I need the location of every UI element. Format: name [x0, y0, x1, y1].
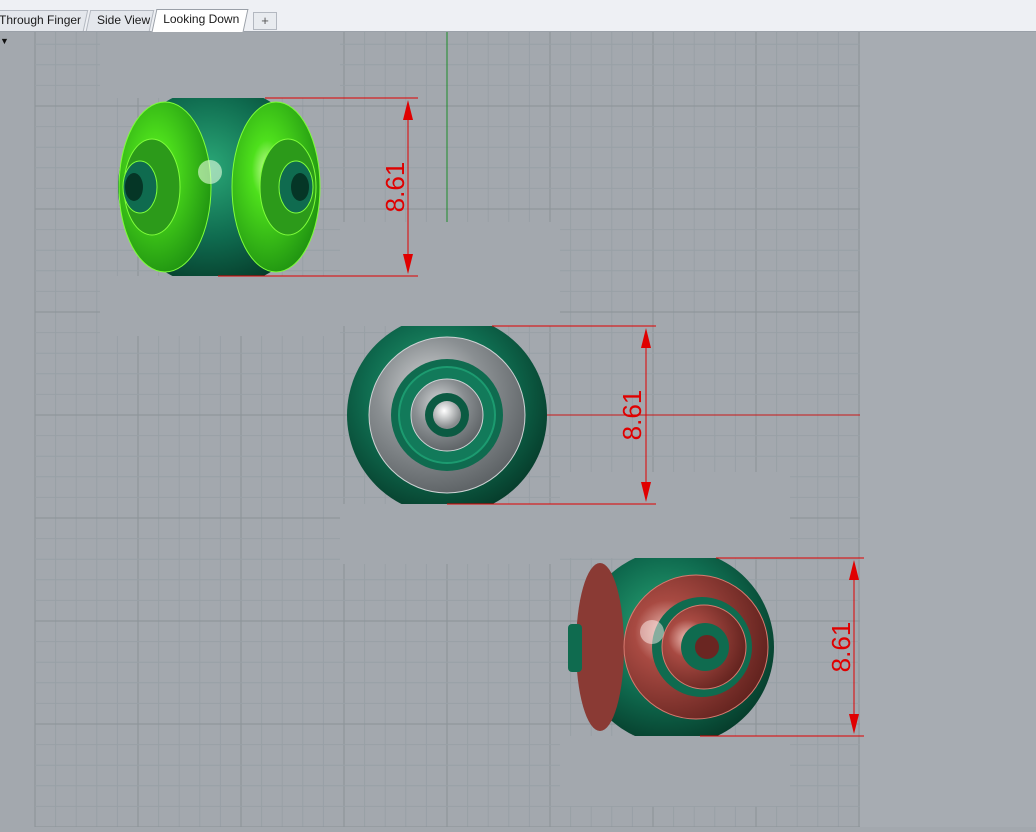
- viewport-canvas[interactable]: 8.61 8.61 8.61: [0, 32, 1036, 828]
- sphere-object-gray[interactable]: [340, 222, 560, 564]
- dimension-2-label: 8.61: [617, 390, 647, 441]
- dropdown-arrow-icon[interactable]: ▼: [0, 35, 12, 47]
- viewport-looking-down[interactable]: 8.61 8.61 8.61: [0, 32, 1036, 828]
- sphere-object-red[interactable]: [560, 472, 790, 806]
- add-tab-button[interactable]: +: [253, 12, 277, 30]
- tab-looking-down[interactable]: Looking Down: [151, 9, 249, 32]
- tab-side-view[interactable]: Side View: [85, 10, 155, 31]
- tab-label: Through Finger: [0, 13, 82, 27]
- tab-label: Side View: [97, 13, 151, 27]
- tab-label: Looking Down: [163, 12, 240, 26]
- dimension-3-label: 8.61: [826, 622, 856, 673]
- dimension-1-label: 8.61: [380, 162, 410, 213]
- viewport-tab-bar: Through Finger Side View Looking Down +: [0, 0, 1036, 32]
- plus-icon: +: [261, 13, 269, 28]
- tab-through-finger[interactable]: Through Finger: [0, 10, 89, 31]
- viewport-outside-grid: [860, 32, 1036, 827]
- sphere-object-lime[interactable]: [100, 32, 340, 336]
